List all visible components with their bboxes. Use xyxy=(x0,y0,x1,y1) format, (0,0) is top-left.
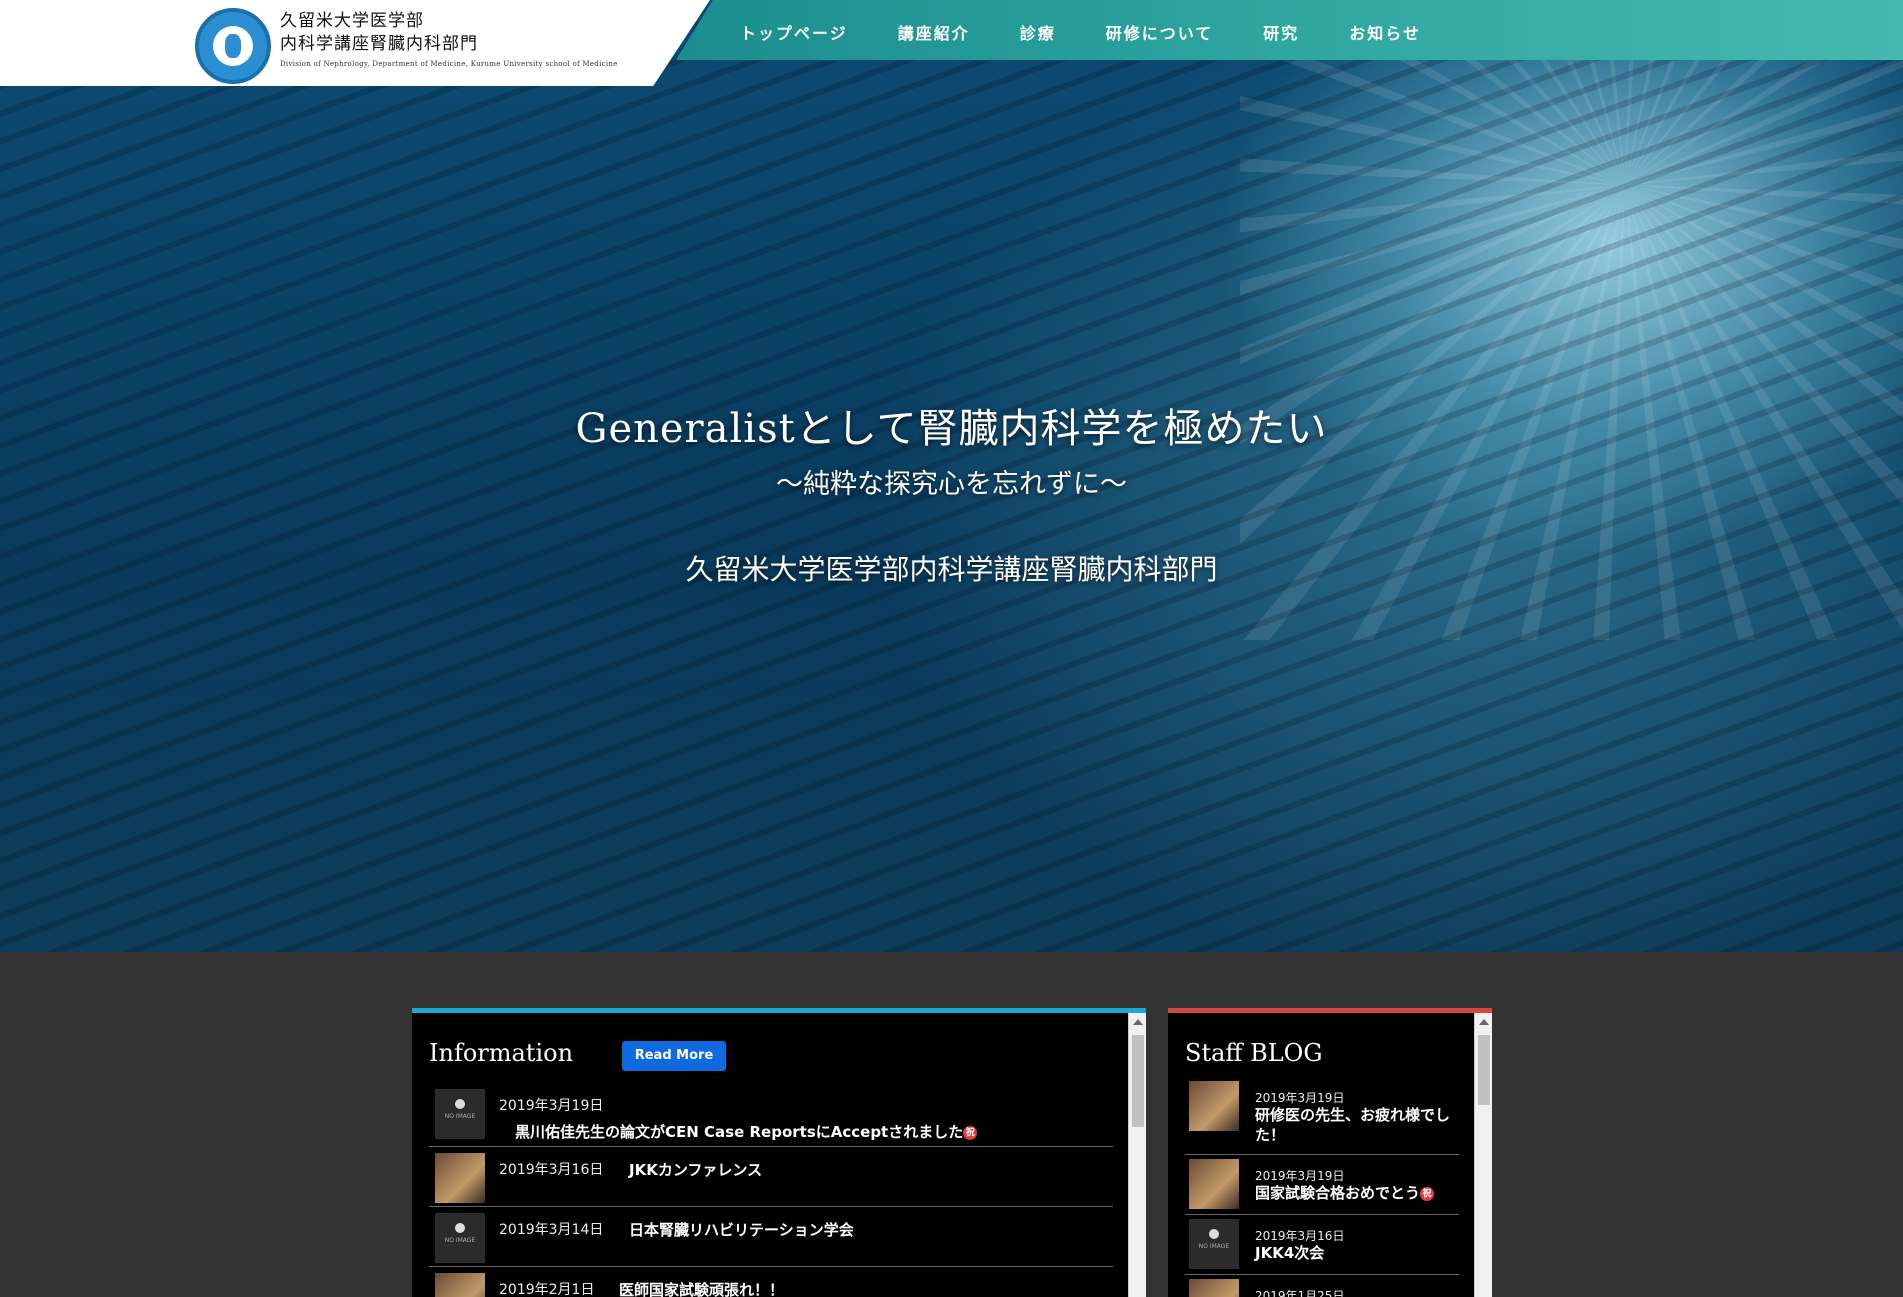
scroll-thumb[interactable] xyxy=(1478,1035,1490,1105)
item-title[interactable]: 医師国家試験頑張れ！！ xyxy=(619,1279,784,1297)
no-image-label: NO IMAGE xyxy=(444,1113,476,1120)
camera-icon xyxy=(455,1223,465,1233)
no-image-thumbnail: NO IMAGE xyxy=(435,1213,485,1263)
item-title[interactable]: 研修医の先生、お疲れ様でした！ xyxy=(1255,1105,1455,1145)
photo-thumbnail xyxy=(1189,1081,1239,1131)
camera-icon xyxy=(1209,1229,1219,1239)
list-item[interactable]: 2019年2月1日 医師国家試験頑張れ！！ xyxy=(429,1267,1113,1297)
no-image-thumbnail: NO IMAGE xyxy=(435,1089,485,1139)
logo-line1: 久留米大学医学部 xyxy=(280,11,424,31)
no-image-thumbnail: NO IMAGE xyxy=(1189,1219,1239,1269)
nav-training[interactable]: 研修について xyxy=(1106,20,1214,44)
site-logo-text[interactable]: 久留米大学医学部 内科学講座腎臓内科部門 Division of Nephrol… xyxy=(280,10,618,68)
hero-subheadline: 〜純粋な探究心を忘れずに〜 xyxy=(776,469,1127,500)
item-title[interactable]: 日本腎臓リハビリテーション学会 xyxy=(629,1219,854,1240)
celebration-badge-icon: 祝 xyxy=(963,1125,978,1140)
no-image-label: NO IMAGE xyxy=(1198,1243,1230,1250)
list-item[interactable]: NO IMAGE 2019年3月14日 日本腎臓リハビリテーション学会 xyxy=(429,1207,1113,1267)
item-date: 2019年3月19日 xyxy=(1255,1169,1345,1183)
item-date: 2019年3月16日 xyxy=(1255,1229,1345,1243)
item-title[interactable]: JKKカンファレンス xyxy=(629,1159,762,1180)
information-scrollbar[interactable] xyxy=(1128,1013,1146,1297)
camera-icon xyxy=(455,1099,465,1109)
list-item[interactable]: NO IMAGE 2019年3月16日 JKK4次会 xyxy=(1185,1215,1459,1275)
item-title-text: 国家試験合格おめでとう xyxy=(1255,1184,1421,1202)
nav-clinic[interactable]: 診療 xyxy=(1020,20,1056,44)
scroll-up-icon[interactable] xyxy=(1133,1019,1143,1025)
photo-thumbnail xyxy=(1189,1279,1239,1297)
item-title[interactable]: JKK4次会 xyxy=(1255,1243,1455,1263)
page: Generalistとして腎臓内科学を極めたい 〜純粋な探究心を忘れずに〜 久留… xyxy=(0,0,1903,1297)
list-item[interactable]: 2019年3月19日 国家試験合格おめでとう祝 xyxy=(1185,1155,1459,1215)
seal-inner xyxy=(213,26,253,66)
item-title-text: 黒川佑佳先生の論文がCEN Case ReportsにAcceptされました xyxy=(515,1123,964,1141)
item-date: 2019年3月14日 xyxy=(499,1222,604,1238)
hero-banner: Generalistとして腎臓内科学を極めたい 〜純粋な探究心を忘れずに〜 久留… xyxy=(0,0,1903,952)
list-item[interactable]: NO IMAGE 2019年3月19日 黒川佑佳先生の論文がCEN Case R… xyxy=(429,1083,1113,1147)
blog-list: 2019年3月19日 研修医の先生、お疲れ様でした！ 2019年3月19日 国家… xyxy=(1185,1077,1459,1297)
item-date: 2019年3月19日 xyxy=(499,1098,604,1114)
read-more-button[interactable]: Read More xyxy=(622,1041,726,1071)
photo-thumbnail xyxy=(435,1273,485,1297)
item-date: 2019年1月25日 xyxy=(1255,1289,1345,1297)
photo-thumbnail xyxy=(1189,1159,1239,1209)
information-panel: Information Read More NO IMAGE 2019年3月19… xyxy=(412,1008,1146,1297)
item-title[interactable]: 黒川佑佳先生の論文がCEN Case ReportsにAcceptされました祝 xyxy=(515,1121,978,1142)
nav-about[interactable]: 講座紹介 xyxy=(898,20,970,44)
scroll-up-icon[interactable] xyxy=(1479,1019,1489,1025)
main-nav: トップページ 講座紹介 診療 研修について 研究 お知らせ xyxy=(740,20,1421,44)
conference-photo-thumbnail xyxy=(435,1153,485,1203)
item-title[interactable]: 国家試験合格おめでとう祝 xyxy=(1255,1183,1455,1203)
hero-headline: Generalistとして腎臓内科学を極めたい xyxy=(575,406,1328,452)
nav-top[interactable]: トップページ xyxy=(740,20,848,44)
list-item[interactable]: 2019年3月19日 研修医の先生、お疲れ様でした！ xyxy=(1185,1077,1459,1155)
university-seal-icon[interactable] xyxy=(195,8,271,84)
item-date: 2019年3月19日 xyxy=(1255,1091,1345,1105)
logo-english: Division of Nephrology, Department of Me… xyxy=(280,60,618,68)
list-item[interactable]: 2019年3月16日 JKKカンファレンス xyxy=(429,1147,1113,1207)
information-title: Information xyxy=(429,1039,574,1067)
information-list: NO IMAGE 2019年3月19日 黒川佑佳先生の論文がCEN Case R… xyxy=(429,1083,1113,1297)
item-date: 2019年3月16日 xyxy=(499,1162,604,1178)
nav-research[interactable]: 研究 xyxy=(1263,20,1299,44)
hero-department: 久留米大学医学部内科学講座腎臓内科部門 xyxy=(685,553,1218,586)
no-image-label: NO IMAGE xyxy=(444,1237,476,1244)
logo-line2: 内科学講座腎臓内科部門 xyxy=(280,34,478,54)
item-date: 2019年2月1日 xyxy=(499,1282,595,1297)
staff-blog-panel: Staff BLOG 2019年3月19日 研修医の先生、お疲れ様でした！ 20… xyxy=(1168,1008,1492,1297)
nav-news[interactable]: お知らせ xyxy=(1349,20,1421,44)
blog-scrollbar[interactable] xyxy=(1474,1013,1492,1297)
blog-title: Staff BLOG xyxy=(1185,1039,1323,1067)
celebration-badge-icon: 祝 xyxy=(1420,1186,1435,1201)
list-item[interactable]: 2019年1月25日 xyxy=(1185,1275,1459,1297)
seal-emblem xyxy=(225,34,241,58)
scroll-thumb[interactable] xyxy=(1132,1035,1144,1127)
